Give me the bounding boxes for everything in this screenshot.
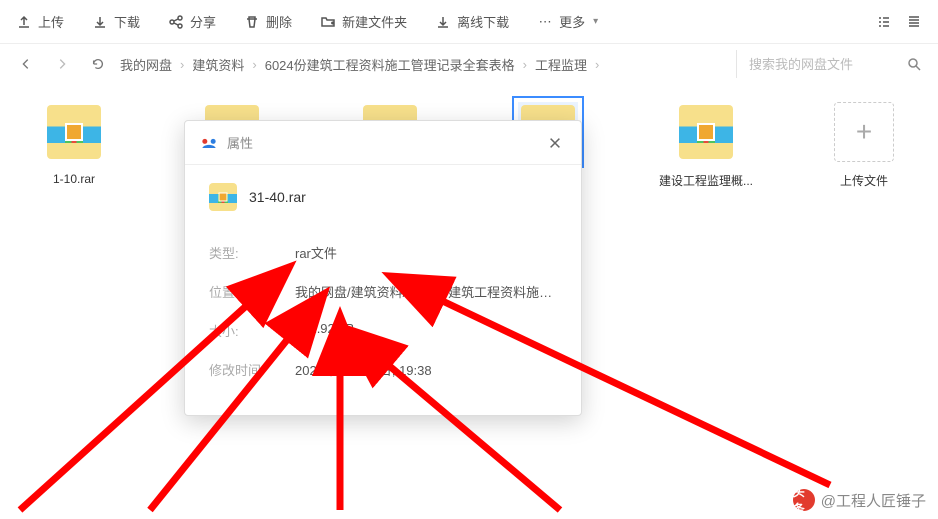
share-icon bbox=[168, 14, 184, 30]
dots-icon: ⋯ bbox=[537, 14, 553, 30]
trash-icon bbox=[244, 14, 260, 30]
share-button[interactable]: 分享 bbox=[168, 12, 216, 31]
upload-tile[interactable]: + 上传文件 bbox=[820, 102, 908, 189]
property-row-mtime: 修改时间: 2020年03月25日, 19:38 bbox=[209, 350, 557, 389]
offline-label: 离线下载 bbox=[457, 12, 509, 31]
search-input[interactable] bbox=[749, 57, 899, 72]
share-label: 分享 bbox=[190, 12, 216, 31]
property-value: 我的网盘/建筑资料/6024份建筑工程资料施工管... bbox=[295, 282, 557, 301]
property-label: 类型: bbox=[209, 243, 265, 262]
new-folder-icon bbox=[320, 14, 336, 30]
property-label: 修改时间: bbox=[209, 360, 265, 379]
upload-label: 上传 bbox=[38, 12, 64, 31]
more-button[interactable]: ⋯ 更多 ▾ bbox=[537, 12, 598, 31]
new-folder-label: 新建文件夹 bbox=[342, 12, 407, 31]
refresh-button[interactable] bbox=[84, 50, 112, 78]
more-label: 更多 bbox=[559, 12, 585, 31]
file-item[interactable]: 建设工程监理概... bbox=[662, 102, 750, 189]
property-label: 大小: bbox=[209, 321, 265, 340]
dialog-file-row: 31-40.rar bbox=[185, 165, 581, 223]
watermark: 头条 @工程人匠锤子 bbox=[793, 489, 926, 511]
view-detail-icon[interactable] bbox=[906, 14, 922, 30]
file-item[interactable]: 1-10.rar bbox=[30, 102, 118, 189]
chevron-down-icon: ▾ bbox=[593, 16, 598, 27]
plus-icon: + bbox=[834, 102, 894, 162]
dialog-header: 属性 bbox=[185, 121, 581, 165]
download-button[interactable]: 下载 bbox=[92, 12, 140, 31]
toutiao-logo-icon: 头条 bbox=[793, 489, 815, 511]
property-value: 432.92MB bbox=[295, 321, 557, 340]
delete-button[interactable]: 删除 bbox=[244, 12, 292, 31]
upload-button[interactable]: 上传 bbox=[16, 12, 64, 31]
dialog-file-name: 31-40.rar bbox=[249, 189, 306, 205]
watermark-text: @工程人匠锤子 bbox=[821, 490, 926, 511]
file-name: 1-10.rar bbox=[53, 172, 95, 186]
forward-button[interactable] bbox=[48, 50, 76, 78]
upload-label: 上传文件 bbox=[840, 172, 888, 189]
property-row-location: 位置: 我的网盘/建筑资料/6024份建筑工程资料施工管... bbox=[209, 272, 557, 311]
view-list-icon[interactable] bbox=[876, 14, 892, 30]
download-label: 下载 bbox=[114, 12, 140, 31]
search-icon[interactable] bbox=[906, 56, 922, 72]
cloud-download-icon bbox=[435, 14, 451, 30]
download-icon bbox=[92, 14, 108, 30]
crumb[interactable]: 6024份建筑工程资料施工管理记录全套表格 bbox=[265, 55, 515, 74]
property-value: 2020年03月25日, 19:38 bbox=[295, 360, 557, 379]
chevron-right-icon: › bbox=[523, 57, 527, 72]
upload-icon bbox=[16, 14, 32, 30]
property-label: 位置: bbox=[209, 282, 265, 301]
close-button[interactable] bbox=[543, 131, 567, 155]
search-box bbox=[736, 50, 926, 78]
crumb[interactable]: 工程监理 bbox=[535, 55, 587, 74]
rar-file-icon bbox=[209, 183, 237, 211]
delete-label: 删除 bbox=[266, 12, 292, 31]
nav-row: 我的网盘 › 建筑资料 › 6024份建筑工程资料施工管理记录全套表格 › 工程监理 › bbox=[0, 44, 938, 84]
crumb[interactable]: 建筑资料 bbox=[192, 55, 244, 74]
file-name: 建设工程监理概... bbox=[659, 172, 753, 189]
chevron-right-icon: › bbox=[252, 57, 256, 72]
rar-file-icon bbox=[44, 102, 104, 162]
dialog-title: 属性 bbox=[227, 133, 253, 152]
chevron-right-icon: › bbox=[180, 57, 184, 72]
offline-download-button[interactable]: 离线下载 bbox=[435, 12, 509, 31]
new-folder-button[interactable]: 新建文件夹 bbox=[320, 12, 407, 31]
property-row-size: 大小: 432.92MB bbox=[209, 311, 557, 350]
crumb[interactable]: 我的网盘 bbox=[120, 55, 172, 74]
dialog-body: 类型: rar文件 位置: 我的网盘/建筑资料/6024份建筑工程资料施工管..… bbox=[185, 223, 581, 415]
back-button[interactable] bbox=[12, 50, 40, 78]
property-value: rar文件 bbox=[295, 243, 557, 262]
chevron-right-icon: › bbox=[595, 57, 599, 72]
breadcrumb: 我的网盘 › 建筑资料 › 6024份建筑工程资料施工管理记录全套表格 › 工程监理 › bbox=[120, 55, 728, 74]
toolbar: 上传 下载 分享 删除 新建文件夹 离线下载 ⋯ 更多 ▾ bbox=[0, 0, 938, 44]
property-row-type: 类型: rar文件 bbox=[209, 233, 557, 272]
rar-file-icon bbox=[676, 102, 736, 162]
properties-dialog: 属性 31-40.rar 类型: rar文件 位置: 我的网盘/建筑资料/602… bbox=[184, 120, 582, 416]
baidu-logo-icon bbox=[199, 133, 219, 153]
